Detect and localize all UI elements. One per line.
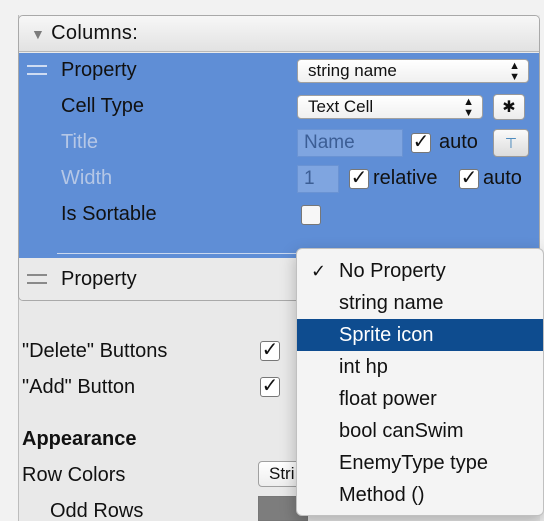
triangle-down-icon[interactable]: ▼ [31,26,45,42]
sortable-label: Is Sortable [61,203,157,225]
row-title: Title Name ✓ auto ⊤ [19,125,539,161]
property-dropdown-menu: ✓ No Property string name Sprite icon in… [296,248,544,516]
title-label: Title [61,131,99,153]
delete-buttons-checkbox[interactable]: ✓ [260,340,280,361]
width-label: Width [61,167,113,189]
menu-item-label: No Property [339,260,446,282]
menu-item-label: string name [339,292,444,314]
menu-item-float-power[interactable]: float power [297,383,543,415]
updown-arrows-icon: ▲ ▼ [509,60,520,83]
menu-item-string-name[interactable]: string name [297,287,543,319]
column-item-selected[interactable]: Property string name ▲ ▼ Cell Type Text C… [19,53,539,258]
title-input[interactable]: Name [297,129,403,157]
menu-item-label: float power [339,388,437,410]
property-label: Property [61,59,137,81]
checkmark-icon: ✓ [311,261,327,281]
pin-icon: ⊤ [504,134,518,151]
menu-item-label: bool canSwim [339,420,464,442]
menu-item-int-hp[interactable]: int hp [297,351,543,383]
width-relative-label: relative [373,167,438,189]
gear-icon: ✱ [502,99,516,116]
cell-type-dropdown-value: Text Cell [308,97,374,116]
cell-type-label: Cell Type [61,95,145,117]
property-label-2: Property [61,268,137,290]
add-button-checkbox[interactable]: ✓ [260,376,280,397]
menu-item-label: Sprite icon [339,324,434,346]
localize-button[interactable]: ⊤ [493,129,529,157]
row-cell-type: Cell Type Text Cell ▲ ▼ ✱ [19,89,539,125]
drag-handle-icon[interactable] [27,65,47,75]
width-relative-checkbox[interactable]: ✓ [349,168,369,189]
property-dropdown[interactable]: string name ▲ ▼ [297,59,529,83]
menu-item-enemytype-type[interactable]: EnemyType type [297,447,543,479]
cell-type-dropdown[interactable]: Text Cell ▲ ▼ [297,95,483,119]
gear-button[interactable]: ✱ [493,94,525,120]
width-auto-label: auto [483,167,522,189]
row-sortable: Is Sortable [19,197,539,233]
columns-header[interactable]: ▼ Columns: [19,16,539,52]
width-input[interactable]: 1 [297,165,339,193]
updown-arrows-icon: ▲ ▼ [463,96,474,119]
menu-item-label: Method () [339,484,425,506]
row-width: Width 1 ✓ relative ✓ auto [19,161,539,197]
menu-item-label: EnemyType type [339,452,488,474]
width-auto-checkbox[interactable]: ✓ [459,168,479,189]
columns-title: Columns: [51,22,139,44]
row-property: Property string name ▲ ▼ [19,53,539,89]
odd-rows-label: Odd Rows [50,500,144,521]
drag-handle-icon[interactable] [27,274,47,284]
title-auto-checkbox[interactable]: ✓ [411,132,431,153]
title-auto-label: auto [439,131,478,153]
delete-buttons-label: "Delete" Buttons [22,340,168,362]
menu-item-bool-canswim[interactable]: bool canSwim [297,415,543,447]
add-button-label: "Add" Button [22,376,136,398]
menu-item-method[interactable]: Method () [297,479,543,511]
property-dropdown-value: string name [308,61,397,80]
row-colors-label: Row Colors [22,464,126,486]
appearance-heading: Appearance [22,428,137,450]
menu-item-sprite-icon[interactable]: Sprite icon [297,319,543,351]
menu-item-label: int hp [339,356,388,378]
menu-item-no-property[interactable]: ✓ No Property [297,255,543,287]
sortable-checkbox[interactable] [301,205,321,225]
